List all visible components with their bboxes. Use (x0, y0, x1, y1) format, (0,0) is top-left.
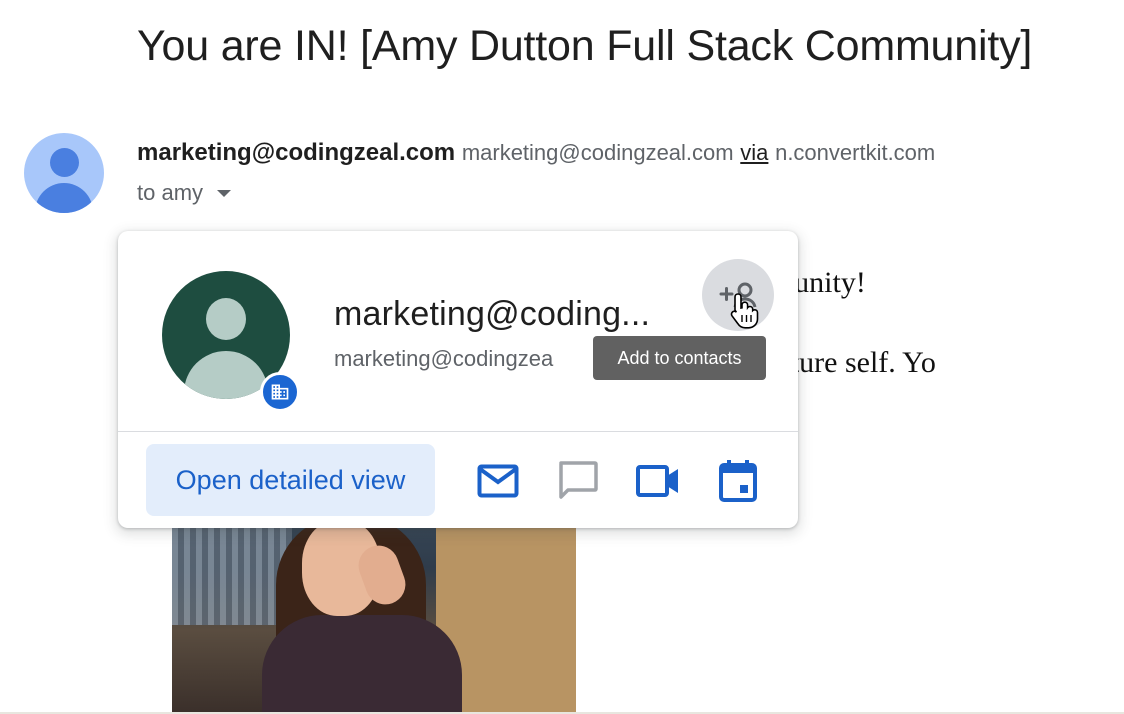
calendar-button[interactable] (714, 457, 762, 505)
chat-icon (559, 461, 598, 499)
recipients-toggle[interactable]: to amy (137, 180, 232, 206)
sender-email: marketing@codingzeal.com (461, 140, 734, 165)
email-subject: You are IN! [Amy Dutton Full Stack Commu… (137, 22, 1033, 70)
organization-icon (260, 372, 300, 412)
avatar-body (184, 351, 268, 399)
via-domain: n.convertkit.com (775, 140, 936, 165)
video-call-button[interactable] (634, 457, 682, 505)
from-line: marketing@codingzeal.com marketing@codin… (137, 139, 935, 167)
avatar-head (206, 298, 246, 340)
sender-avatar[interactable] (24, 133, 104, 213)
avatar-body (35, 183, 93, 213)
sender-name[interactable]: marketing@codingzeal.com (137, 139, 455, 166)
email-gif-image (172, 505, 576, 714)
calendar-icon (719, 460, 757, 502)
caret-down-icon[interactable] (217, 189, 232, 197)
card-divider (118, 431, 798, 432)
chat-button[interactable] (554, 457, 602, 505)
add-to-contacts-tooltip: Add to contacts (593, 336, 766, 380)
hand-pointer-cursor-icon (730, 293, 759, 329)
contact-name: marketing@coding... (334, 295, 651, 333)
mail-icon (477, 464, 519, 498)
open-detailed-view-button[interactable]: Open detailed view (146, 444, 435, 516)
send-email-button[interactable] (474, 457, 522, 505)
contact-email: marketing@codingzea (334, 346, 554, 371)
video-call-icon (636, 465, 678, 497)
via-link[interactable]: via (740, 140, 768, 165)
avatar-head (50, 148, 79, 177)
contact-hovercard: marketing@coding... marketing@codingzea … (118, 231, 798, 528)
gif-figure-torso (262, 615, 462, 714)
to-label: to amy (137, 180, 204, 205)
building-icon (271, 384, 289, 400)
